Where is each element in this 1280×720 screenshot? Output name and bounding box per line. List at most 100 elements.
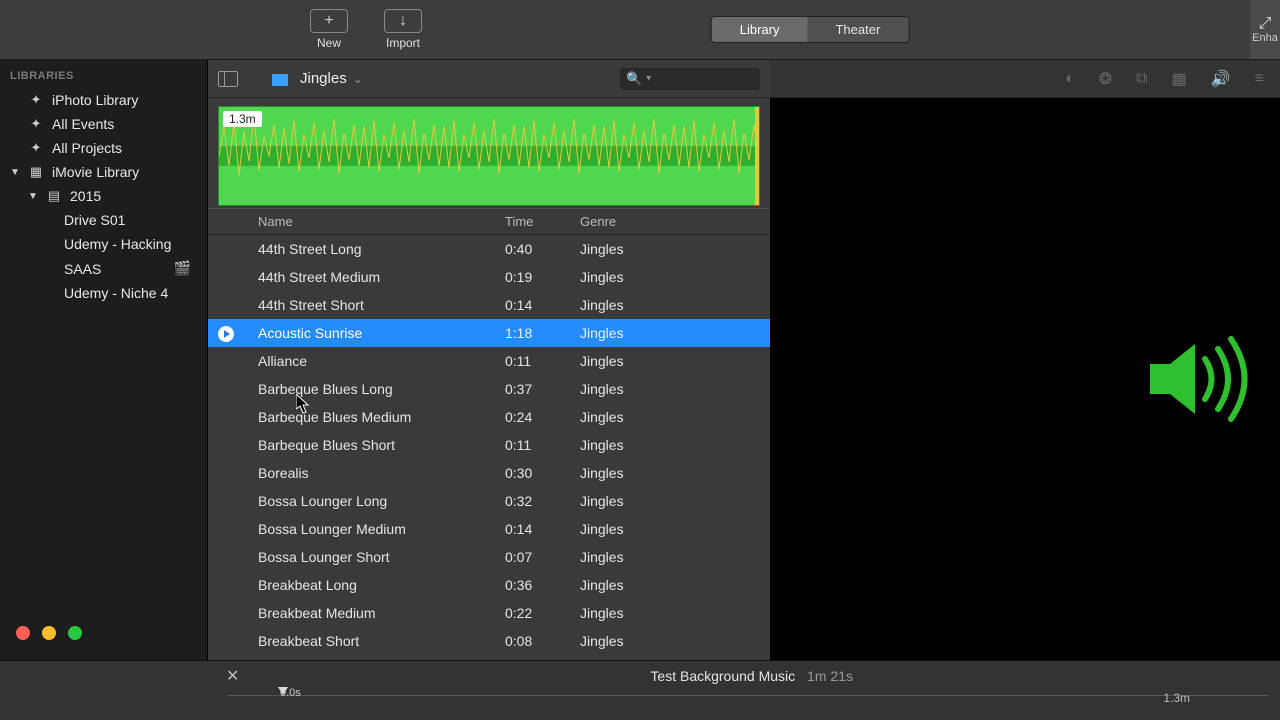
chevron-down-icon[interactable]: ⌄ <box>353 72 363 86</box>
column-name[interactable]: Name <box>248 209 495 234</box>
sidebar-item[interactable]: ✦All Projects <box>0 136 207 160</box>
cell-time: 0:22 <box>495 600 570 626</box>
table-header: Name Time Genre <box>208 208 770 235</box>
table-row[interactable]: 44th Street Short0:14Jingles <box>208 291 770 319</box>
cell-name: Alliance <box>248 348 495 374</box>
table-row[interactable]: Borealis0:30Jingles <box>208 459 770 487</box>
sidebar-item[interactable]: ✦ iPhoto Library <box>0 88 207 112</box>
table-row[interactable]: Acoustic Sunrise1:18Jingles <box>208 319 770 347</box>
disclosure-triangle-icon[interactable]: ▼ <box>28 191 38 202</box>
waveform-preview[interactable]: 1.3m <box>218 106 760 206</box>
cell-genre: Jingles <box>570 376 770 402</box>
cell-name: Breakbeat Long <box>248 572 495 598</box>
new-button[interactable]: + New <box>310 9 348 50</box>
sidebar-toggle-icon[interactable] <box>218 71 238 87</box>
cell-genre: Jingles <box>570 404 770 430</box>
clapper-icon: 🎬 <box>174 260 197 277</box>
column-time[interactable]: Time <box>495 209 570 234</box>
sidebar-item[interactable]: Drive S01 <box>0 208 207 232</box>
sidebar-item[interactable]: ▼ ▦ iMovie Library <box>0 160 207 184</box>
tab-theater[interactable]: Theater <box>807 17 908 42</box>
crop-icon[interactable]: ⧉ <box>1136 70 1147 88</box>
table-row[interactable]: Bossa Lounger Long0:32Jingles <box>208 487 770 515</box>
table-row[interactable]: Barbeque Blues Short0:11Jingles <box>208 431 770 459</box>
sidebar-item[interactable]: SAAS 🎬 <box>0 256 207 281</box>
timeline-ruler[interactable]: 0.0s 1.3m <box>0 691 1280 715</box>
disclosure-triangle-icon[interactable]: ▼ <box>10 167 20 178</box>
equalizer-icon[interactable]: ≡ <box>1255 70 1264 88</box>
breadcrumb-title[interactable]: Jingles <box>300 70 347 87</box>
sidebar-item[interactable]: Udemy - Hacking <box>0 232 207 256</box>
table-row[interactable]: 44th Street Medium0:19Jingles <box>208 263 770 291</box>
sidebar-item-label: 2015 <box>70 188 101 204</box>
star-icon: ✦ <box>28 116 44 132</box>
sidebar-item[interactable]: Udemy - Niche 4 <box>0 281 207 305</box>
cell-time: 1:18 <box>495 320 570 346</box>
enhance-button[interactable]: ⤢ Enha <box>1250 0 1280 59</box>
folder-icon <box>272 74 288 86</box>
sidebar-item[interactable]: ▼ ▤ 2015 <box>0 184 207 208</box>
cell-name: 44th Street Short <box>248 292 495 318</box>
cell-time: 0:08 <box>495 628 570 654</box>
search-icon: 🔍 <box>626 71 642 87</box>
preview-toolbar: ◐ ❂ ⧉ ▦ 🔊 ≡ <box>770 60 1280 98</box>
cell-genre: Jingles <box>570 460 770 486</box>
traffic-lights <box>0 614 207 660</box>
table-row[interactable]: Barbeque Blues Long0:37Jingles <box>208 375 770 403</box>
cell-genre: Jingles <box>570 572 770 598</box>
cell-genre: Jingles <box>570 264 770 290</box>
sidebar-item-label: iPhoto Library <box>52 92 138 108</box>
table-row[interactable]: Breakbeat Short0:08Jingles <box>208 627 770 655</box>
play-icon[interactable] <box>218 326 234 342</box>
waveform-duration-tag: 1.3m <box>223 111 262 127</box>
track-list[interactable]: 44th Street Long0:40Jingles44th Street M… <box>208 235 770 660</box>
grid-icon: ▦ <box>28 164 44 180</box>
cell-time: 0:30 <box>495 460 570 486</box>
cell-genre: Jingles <box>570 432 770 458</box>
table-row[interactable]: Bossa Lounger Medium0:14Jingles <box>208 515 770 543</box>
cell-time: 0:11 <box>495 348 570 374</box>
import-button[interactable]: ↓ Import <box>384 9 422 50</box>
table-row[interactable]: Barbeque Blues Medium0:24Jingles <box>208 403 770 431</box>
cell-genre: Jingles <box>570 516 770 542</box>
cell-name: Barbeque Blues Medium <box>248 404 495 430</box>
cell-name: 44th Street Medium <box>248 264 495 290</box>
cell-time: 0:40 <box>495 236 570 262</box>
table-row[interactable]: 44th Street Long0:40Jingles <box>208 235 770 263</box>
sidebar-item[interactable]: ✦All Events <box>0 112 207 136</box>
sidebar-item-label: iMovie Library <box>52 164 139 180</box>
close-window-button[interactable] <box>16 626 30 640</box>
cell-name: Bossa Lounger Medium <box>248 516 495 542</box>
table-row[interactable]: Alliance0:11Jingles <box>208 347 770 375</box>
search-input[interactable]: 🔍 ▾ <box>620 68 760 90</box>
tab-library[interactable]: Library <box>712 17 808 42</box>
photo-icon: ✦ <box>28 92 44 108</box>
viewer[interactable] <box>770 98 1280 660</box>
cell-genre: Jingles <box>570 628 770 654</box>
table-row[interactable]: Breakbeat Long0:36Jingles <box>208 571 770 599</box>
stabilize-icon[interactable]: ▦ <box>1172 69 1187 89</box>
cell-genre: Jingles <box>570 236 770 262</box>
project-duration: 1m 21s <box>807 668 853 684</box>
cell-name: Barbeque Blues Long <box>248 376 495 402</box>
close-icon[interactable]: ✕ <box>226 666 239 686</box>
cell-genre: Jingles <box>570 320 770 346</box>
cell-time: 0:36 <box>495 572 570 598</box>
cell-name: Borealis <box>248 460 495 486</box>
zoom-window-button[interactable] <box>68 626 82 640</box>
cell-time: 0:24 <box>495 404 570 430</box>
table-row[interactable]: Breakbeat Medium0:22Jingles <box>208 599 770 627</box>
column-genre[interactable]: Genre <box>570 209 770 234</box>
volume-icon[interactable]: 🔊 <box>1211 69 1231 89</box>
cell-name: Bossa Lounger Short <box>248 544 495 570</box>
plus-icon: + <box>310 9 348 33</box>
table-row[interactable]: Bossa Lounger Short0:07Jingles <box>208 543 770 571</box>
color-correction-icon[interactable]: ❂ <box>1099 69 1112 89</box>
cell-genre: Jingles <box>570 348 770 374</box>
cell-time: 0:19 <box>495 264 570 290</box>
color-balance-icon[interactable]: ◐ <box>1065 70 1075 88</box>
minimize-window-button[interactable] <box>42 626 56 640</box>
sidebar-item-label: SAAS <box>64 261 101 277</box>
cell-genre: Jingles <box>570 600 770 626</box>
cal-icon: ▤ <box>46 188 62 204</box>
